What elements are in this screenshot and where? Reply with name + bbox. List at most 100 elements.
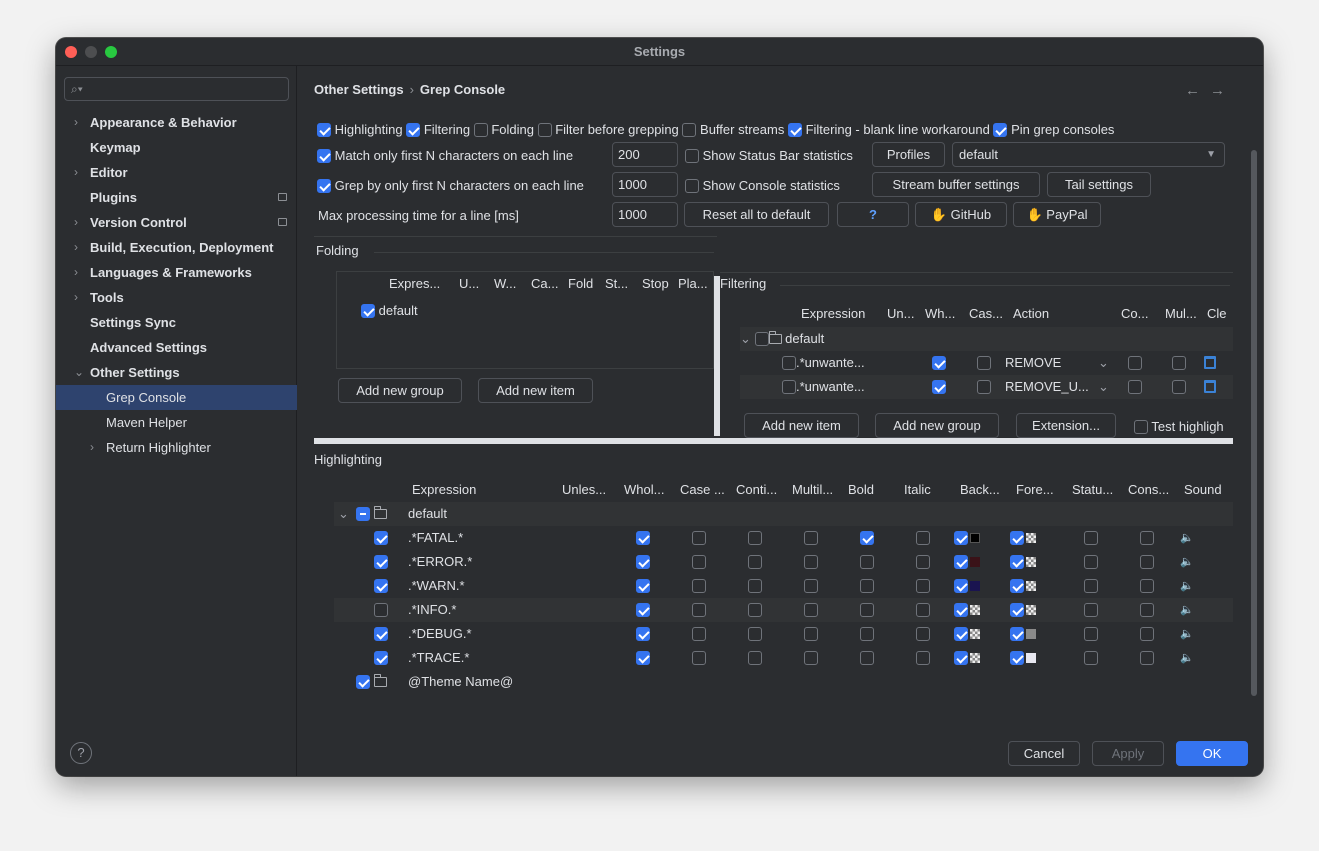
filter-before-checkbox[interactable] <box>537 123 552 137</box>
background-color-cell[interactable] <box>954 598 980 622</box>
sidebar-item-languages[interactable]: › Languages & Frameworks <box>56 260 297 285</box>
breadcrumb-parent[interactable]: Other Settings <box>314 82 404 97</box>
group-checkbox[interactable] <box>356 507 370 521</box>
forward-arrow-icon[interactable]: → <box>1210 82 1235 99</box>
table-row[interactable]: .*DEBUG.* 🔈 <box>334 622 1233 646</box>
bg-enabled-checkbox[interactable] <box>954 627 968 641</box>
profiles-button[interactable]: Profiles <box>872 142 945 167</box>
trash-icon[interactable] <box>1204 380 1216 393</box>
console-checkbox[interactable] <box>1140 555 1154 569</box>
sidebar-item-plugins[interactable]: Plugins <box>56 185 297 210</box>
bold-checkbox[interactable] <box>860 627 874 641</box>
sidebar-item-other-settings[interactable]: ⌄ Other Settings <box>56 360 297 385</box>
multiline-checkbox[interactable] <box>804 627 818 641</box>
row-checkbox[interactable] <box>782 356 796 370</box>
background-color-cell[interactable] <box>954 646 980 670</box>
italic-checkbox[interactable] <box>916 603 930 617</box>
column-header[interactable]: Cons... <box>1128 478 1169 502</box>
grep-first-checkbox[interactable] <box>317 179 331 193</box>
italic-checkbox[interactable] <box>916 555 930 569</box>
filtering-blank-checkbox[interactable] <box>787 123 802 137</box>
profile-select[interactable]: default ▼ <box>952 142 1225 167</box>
column-header[interactable]: Wh... <box>925 302 955 326</box>
max-time-field[interactable]: 1000 <box>612 202 678 227</box>
bold-checkbox[interactable] <box>860 531 874 545</box>
fg-enabled-checkbox[interactable] <box>1010 603 1024 617</box>
test-highlight-checkbox[interactable] <box>1134 420 1148 434</box>
fg-enabled-checkbox[interactable] <box>1010 531 1024 545</box>
row-checkbox[interactable] <box>782 380 796 394</box>
grep-first-field[interactable]: 1000 <box>612 172 678 197</box>
column-header[interactable]: Cle <box>1207 302 1233 326</box>
case-checkbox[interactable] <box>692 555 706 569</box>
table-row[interactable]: .*FATAL.* 🔈 <box>334 526 1233 550</box>
continue-checkbox[interactable] <box>748 651 762 665</box>
sidebar-item-tools[interactable]: › Tools <box>56 285 297 310</box>
whole-line-checkbox[interactable] <box>636 579 650 593</box>
background-color-cell[interactable] <box>954 622 980 646</box>
tail-settings-button[interactable]: Tail settings <box>1047 172 1151 197</box>
help-question-button[interactable]: ? <box>837 202 909 227</box>
console-checkbox[interactable] <box>1140 603 1154 617</box>
sidebar-item-grep-console[interactable]: Grep Console <box>56 385 297 410</box>
status-bar-checkbox[interactable] <box>685 149 699 163</box>
multiline-checkbox[interactable] <box>804 531 818 545</box>
folding-add-group-button[interactable]: Add new group <box>338 378 462 403</box>
trash-icon[interactable] <box>1204 356 1216 369</box>
sidebar-item-editor[interactable]: › Editor <box>56 160 297 185</box>
cancel-button[interactable]: Cancel <box>1008 741 1080 766</box>
highlighting-checkbox[interactable] <box>317 123 331 137</box>
sidebar-item-build[interactable]: › Build, Execution, Deployment <box>56 235 297 260</box>
continue-checkbox[interactable] <box>748 627 762 641</box>
multiline-checkbox[interactable] <box>804 555 818 569</box>
column-header[interactable]: Unles... <box>562 478 606 502</box>
fg-enabled-checkbox[interactable] <box>1010 627 1024 641</box>
status-checkbox[interactable] <box>1084 531 1098 545</box>
bg-enabled-checkbox[interactable] <box>954 555 968 569</box>
speaker-icon[interactable]: 🔈 <box>1180 646 1194 670</box>
whole-line-checkbox[interactable] <box>636 555 650 569</box>
splitter-handle[interactable] <box>314 438 1233 444</box>
background-color-cell[interactable] <box>954 526 980 550</box>
filtering-checkbox[interactable] <box>406 123 421 137</box>
table-row[interactable]: .*unwante... REMOVE_U... ⌄ <box>740 375 1233 399</box>
status-checkbox[interactable] <box>1084 603 1098 617</box>
console-checkbox[interactable] <box>1140 531 1154 545</box>
bg-enabled-checkbox[interactable] <box>954 579 968 593</box>
row-checkbox[interactable] <box>374 603 388 617</box>
bold-checkbox[interactable] <box>860 579 874 593</box>
bold-checkbox[interactable] <box>860 555 874 569</box>
multiline-checkbox[interactable] <box>1172 380 1186 394</box>
chevron-down-icon[interactable]: ⌄ <box>1098 375 1109 399</box>
match-first-checkbox[interactable] <box>317 149 331 163</box>
status-checkbox[interactable] <box>1084 555 1098 569</box>
foreground-color-cell[interactable] <box>1010 598 1036 622</box>
foreground-color-cell[interactable] <box>1010 526 1036 550</box>
column-header[interactable]: Case ... <box>680 478 725 502</box>
group-row[interactable]: @Theme Name@ <box>334 670 1233 694</box>
column-header[interactable]: Expression <box>412 478 476 502</box>
column-header[interactable]: Mul... <box>1165 302 1197 326</box>
row-checkbox[interactable] <box>374 555 388 569</box>
close-window-button[interactable] <box>65 46 77 58</box>
fg-enabled-checkbox[interactable] <box>1010 555 1024 569</box>
continue-checkbox[interactable] <box>748 531 762 545</box>
buffer-streams-checkbox[interactable] <box>682 123 697 137</box>
ok-button[interactable]: OK <box>1176 741 1248 766</box>
column-header[interactable]: Pla... <box>678 272 708 296</box>
column-header[interactable]: St... <box>605 272 628 296</box>
row-checkbox[interactable] <box>374 531 388 545</box>
column-header[interactable]: Action <box>1013 302 1049 326</box>
column-header[interactable]: Italic <box>904 478 931 502</box>
multiline-checkbox[interactable] <box>804 651 818 665</box>
column-header[interactable]: Sound <box>1184 478 1222 502</box>
sidebar-item-appearance[interactable]: › Appearance & Behavior <box>56 110 297 135</box>
speaker-icon[interactable]: 🔈 <box>1180 550 1194 574</box>
filtering-add-group-button[interactable]: Add new group <box>875 413 999 438</box>
minimize-window-button[interactable] <box>85 46 97 58</box>
console-checkbox[interactable] <box>1140 579 1154 593</box>
reset-default-button[interactable]: Reset all to default <box>684 202 829 227</box>
bg-enabled-checkbox[interactable] <box>954 603 968 617</box>
help-button[interactable]: ? <box>70 742 92 764</box>
continue-checkbox[interactable] <box>748 603 762 617</box>
